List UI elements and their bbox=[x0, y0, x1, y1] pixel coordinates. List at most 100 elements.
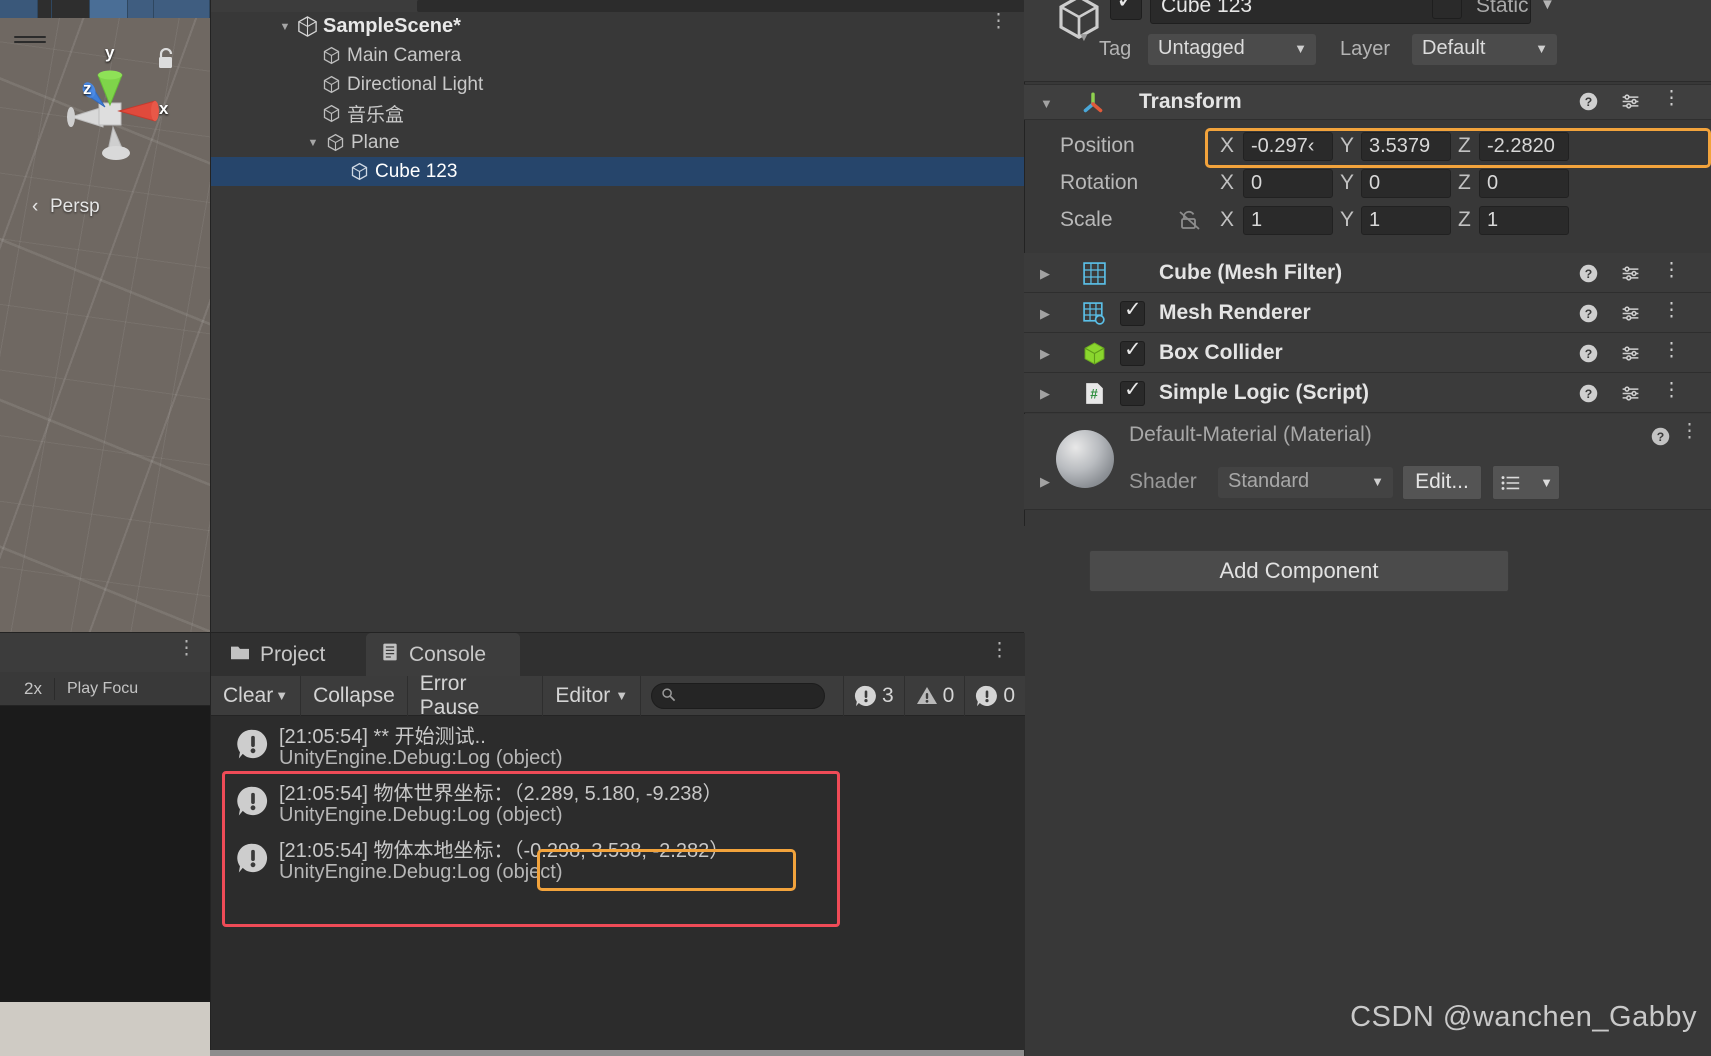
rotation-z-input[interactable]: 0 bbox=[1479, 169, 1569, 198]
log-entry[interactable]: [21:05:54] 物体世界坐标：（2.289, 5.180, -9.238）… bbox=[211, 773, 1025, 830]
position-z-input[interactable]: -2.2820 bbox=[1479, 132, 1569, 161]
console-kebab-icon[interactable]: ⋮ bbox=[990, 641, 1009, 660]
console-tabbar[interactable]: Project Console ⋮ bbox=[211, 633, 1025, 676]
position-x-input[interactable]: -0.297‹ bbox=[1243, 132, 1333, 161]
console-panel[interactable]: Project Console ⋮ Clear ▼ Collapse Error… bbox=[210, 632, 1025, 1056]
view-gizmo[interactable]: y z x bbox=[55, 43, 168, 165]
foldout-icon[interactable]: ▶ bbox=[1040, 386, 1050, 402]
hierarchy-search-input[interactable] bbox=[417, 0, 1025, 12]
material-block[interactable]: ▶ Default-Material (Material) ? ⋮ Shader… bbox=[1024, 414, 1711, 510]
component-enabled-checkbox[interactable] bbox=[1120, 337, 1145, 366]
help-icon[interactable]: ? bbox=[1650, 426, 1671, 453]
presets-icon[interactable] bbox=[1620, 263, 1641, 289]
position-y-input[interactable]: 3.5379 bbox=[1361, 132, 1451, 161]
edit-shader-button[interactable]: Edit... bbox=[1402, 465, 1482, 500]
material-list-dropdown-button[interactable]: ▼ bbox=[1492, 465, 1560, 500]
game-toolbar[interactable]: 2x Play Focu bbox=[0, 672, 210, 706]
hierarchy-item-plane[interactable]: ▼ Plane bbox=[211, 128, 1025, 157]
rotation-x-input[interactable]: 0 bbox=[1243, 169, 1333, 198]
clear-button[interactable]: Clear ▼ bbox=[211, 675, 302, 716]
log-entry[interactable]: [21:05:54] ** 开始测试.. UnityEngine.Debug:L… bbox=[211, 716, 1025, 773]
foldout-icon[interactable]: ▶ bbox=[1040, 346, 1050, 362]
foldout-icon[interactable]: ▼ bbox=[275, 21, 295, 33]
perspective-arrow-icon[interactable]: ‹ bbox=[32, 196, 38, 218]
hierarchy-item-directional-light[interactable]: Directional Light bbox=[211, 70, 1025, 99]
perspective-label[interactable]: Persp bbox=[50, 196, 100, 218]
error-count-badge[interactable]: 0 bbox=[964, 675, 1025, 716]
console-bottom-scrollbar[interactable] bbox=[210, 1050, 1024, 1056]
scale-constrain-lock-icon[interactable] bbox=[1178, 209, 1202, 236]
kebab-icon[interactable]: ⋮ bbox=[1662, 89, 1681, 108]
foldout-icon[interactable]: ▶ bbox=[1040, 266, 1050, 282]
foldout-icon[interactable]: ▼ bbox=[1040, 96, 1053, 111]
hierarchy-item-main-camera[interactable]: Main Camera bbox=[211, 41, 1025, 70]
component-row-simple-logic-script[interactable]: ▶ # Simple Logic (Script) ? ⋮ bbox=[1024, 373, 1711, 413]
foldout-icon[interactable]: ▼ bbox=[303, 137, 323, 149]
scale-y-input[interactable]: 1 bbox=[1361, 206, 1451, 235]
kebab-icon[interactable]: ⋮ bbox=[1662, 381, 1681, 400]
log-entry[interactable]: [21:05:54] 物体本地坐标：（-0.298, 3.538, -2.282… bbox=[211, 830, 1025, 887]
foldout-icon[interactable]: ▶ bbox=[1040, 306, 1050, 322]
presets-icon[interactable] bbox=[1620, 303, 1641, 329]
component-row-mesh-filter[interactable]: ▶ Cube (Mesh Filter) ? ⋮ bbox=[1024, 253, 1711, 293]
scene-toolbar[interactable] bbox=[0, 0, 210, 18]
tab-project[interactable]: Project bbox=[229, 633, 325, 676]
console-log-list[interactable]: [21:05:54] ** 开始测试.. UnityEngine.Debug:L… bbox=[211, 716, 1025, 1056]
kebab-icon[interactable]: ⋮ bbox=[1680, 422, 1699, 441]
transform-position-row[interactable]: Position X -0.297‹ Y 3.5379 Z -2.2820 bbox=[1024, 128, 1711, 165]
material-foldout-icon[interactable]: ▶ bbox=[1040, 474, 1050, 490]
tag-dropdown[interactable]: Untagged ▼ bbox=[1148, 34, 1316, 65]
kebab-icon[interactable]: ⋮ bbox=[1662, 301, 1681, 320]
scene-tool-scale[interactable] bbox=[128, 0, 154, 18]
console-search-input[interactable] bbox=[651, 682, 825, 709]
tab-console[interactable]: Console bbox=[366, 633, 520, 676]
presets-icon[interactable] bbox=[1620, 383, 1641, 409]
game-render-area[interactable] bbox=[0, 706, 239, 1056]
scene-menu-icon[interactable] bbox=[14, 36, 46, 46]
hierarchy-item-samplescene[interactable]: ▼ SampleScene* bbox=[211, 12, 1025, 41]
presets-icon[interactable] bbox=[1620, 343, 1641, 369]
add-component-button[interactable]: Add Component bbox=[1089, 550, 1509, 592]
error-pause-button[interactable]: Error Pause bbox=[408, 672, 544, 719]
layer-dropdown[interactable]: Default ▼ bbox=[1412, 34, 1557, 65]
log-count-badge[interactable]: 3 bbox=[842, 675, 904, 716]
hierarchy-item-music-box[interactable]: 音乐盒 bbox=[211, 99, 1025, 128]
rotation-y-input[interactable]: 0 bbox=[1361, 169, 1451, 198]
hierarchy-list[interactable]: ▼ SampleScene* Main Camera Directional L… bbox=[211, 12, 1025, 632]
warning-count-badge[interactable]: 0 bbox=[903, 675, 965, 716]
game-panel[interactable]: ⋮ 2x Play Focu bbox=[0, 632, 239, 1056]
component-enabled-checkbox[interactable] bbox=[1120, 377, 1145, 406]
transform-rotation-row[interactable]: Rotation X 0 Y 0 Z 0 bbox=[1024, 165, 1711, 202]
console-toolbar[interactable]: Clear ▼ Collapse Error Pause Editor ▼ 3 bbox=[211, 672, 1025, 719]
hierarchy-panel[interactable]: ⋮ ▼ SampleScene* Main Camera Directional… bbox=[210, 0, 1025, 632]
chevron-down-icon[interactable]: ▼ bbox=[273, 688, 288, 703]
help-icon[interactable]: ? bbox=[1578, 383, 1599, 410]
presets-icon[interactable] bbox=[1620, 91, 1641, 117]
scene-tool-move[interactable] bbox=[52, 0, 90, 18]
gameobject-name-input[interactable]: Cube 123 bbox=[1150, 0, 1531, 24]
transform-component-header[interactable]: ▼ Transform ? ⋮ bbox=[1024, 84, 1711, 120]
scene-view[interactable]: y z x ‹ Persp bbox=[0, 0, 210, 632]
game-kebab-icon[interactable]: ⋮ bbox=[177, 639, 196, 658]
help-icon[interactable]: ? bbox=[1578, 343, 1599, 370]
collapse-button[interactable]: Collapse bbox=[301, 675, 408, 716]
scale-x-input[interactable]: 1 bbox=[1243, 206, 1333, 235]
component-enabled-checkbox[interactable] bbox=[1120, 297, 1145, 326]
play-focused-label[interactable]: Play Focu bbox=[67, 680, 138, 698]
scene-tool-rect[interactable] bbox=[154, 0, 210, 18]
kebab-icon[interactable]: ⋮ bbox=[1662, 261, 1681, 280]
scene-tool-rotate[interactable] bbox=[90, 0, 128, 18]
editor-dropdown[interactable]: Editor ▼ bbox=[543, 675, 642, 716]
game-scale-label[interactable]: 2x bbox=[24, 679, 42, 699]
component-row-box-collider[interactable]: ▶ Box Collider ? ⋮ bbox=[1024, 333, 1711, 373]
gameobject-foldout-icon[interactable]: ▼ bbox=[1078, 30, 1090, 44]
help-icon[interactable]: ? bbox=[1578, 263, 1599, 290]
kebab-icon[interactable]: ⋮ bbox=[1662, 341, 1681, 360]
transform-scale-row[interactable]: Scale X 1 Y 1 Z 1 bbox=[1024, 202, 1711, 239]
help-icon[interactable]: ? bbox=[1578, 303, 1599, 330]
component-row-mesh-renderer[interactable]: ▶ Mesh Renderer ? ⋮ bbox=[1024, 293, 1711, 333]
hierarchy-item-cube-123[interactable]: Cube 123 bbox=[211, 157, 1025, 186]
gameobject-enabled-checkbox[interactable] bbox=[1110, 0, 1142, 20]
help-icon[interactable]: ? bbox=[1578, 91, 1599, 118]
shader-dropdown[interactable]: Standard ▼ bbox=[1218, 467, 1393, 498]
